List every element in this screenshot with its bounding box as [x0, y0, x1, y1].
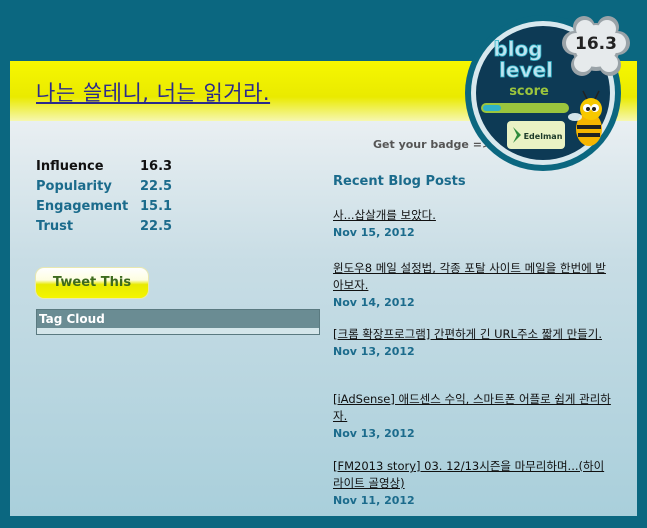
tweet-this-label: Tweet This [52, 275, 132, 290]
post-title-link[interactable]: 사...삽살개를 보았다. [333, 207, 613, 224]
post-title-link[interactable]: [iAdSense] 애드센스 수익, 스마트폰 어플로 쉽게 관리하자. [333, 391, 613, 425]
tag-cloud-heading: Tag Cloud [39, 312, 105, 326]
post-title-link[interactable]: [크롬 확장프로그램] 간편하게 긴 URL주소 짧게 만들기. [333, 326, 613, 343]
stat-trust: Trust 22.5 [36, 219, 196, 239]
badge-score-fill [483, 105, 501, 111]
blog-title-link[interactable]: 나는 쓸테니, 너는 읽거라. [36, 77, 270, 107]
post-date: Nov 15, 2012 [333, 226, 415, 239]
post-item: 사...삽살개를 보았다. Nov 15, 2012 [333, 207, 613, 240]
post-item: [iAdSense] 애드센스 수익, 스마트폰 어플로 쉽게 관리하자. No… [333, 391, 613, 441]
stat-label: Trust [36, 219, 74, 234]
post-date: Nov 13, 2012 [333, 345, 415, 358]
tag-cloud-header: Tag Cloud [37, 310, 319, 328]
tag-cloud-panel: Tag Cloud [36, 309, 320, 335]
post-item: [FM2013 story] 03. 12/13시즌을 마무리하며...(하이라… [333, 458, 613, 508]
stat-value: 15.1 [140, 199, 173, 214]
stat-value: 22.5 [140, 179, 173, 194]
stat-label: Popularity [36, 179, 112, 194]
stat-value: 22.5 [140, 219, 173, 234]
post-date: Nov 13, 2012 [333, 427, 415, 440]
stat-label: Engagement [36, 199, 129, 214]
stat-engagement: Engagement 15.1 [36, 199, 196, 219]
stat-influence: Influence 16.3 [36, 159, 196, 179]
badge-logo-line2: level [499, 58, 553, 82]
stat-value: 16.3 [140, 159, 173, 174]
post-item: [크롬 확장프로그램] 간편하게 긴 URL주소 짧게 만들기. Nov 13,… [333, 326, 613, 359]
score-value: 16.3 [575, 34, 617, 54]
edelman-label: Edelman [524, 132, 563, 141]
stat-popularity: Popularity 22.5 [36, 179, 196, 199]
post-item: 윈도우8 메일 설정법, 각종 포탈 사이트 메일을 한번에 받아보자. Nov… [333, 260, 613, 310]
stat-label: Influence [36, 159, 104, 174]
stats-list: Influence 16.3 Popularity 22.5 Engagemen… [36, 159, 196, 239]
post-date: Nov 14, 2012 [333, 296, 415, 309]
badge-logo-line3: score [509, 84, 549, 99]
post-date: Nov 11, 2012 [333, 494, 415, 507]
recent-posts-heading: Recent Blog Posts [333, 174, 466, 189]
tweet-this-button[interactable]: Tweet This [36, 268, 148, 298]
post-title-link[interactable]: 윈도우8 메일 설정법, 각종 포탈 사이트 메일을 한번에 받아보자. [333, 260, 613, 294]
post-title-link[interactable]: [FM2013 story] 03. 12/13시즌을 마무리하며...(하이라… [333, 458, 613, 492]
